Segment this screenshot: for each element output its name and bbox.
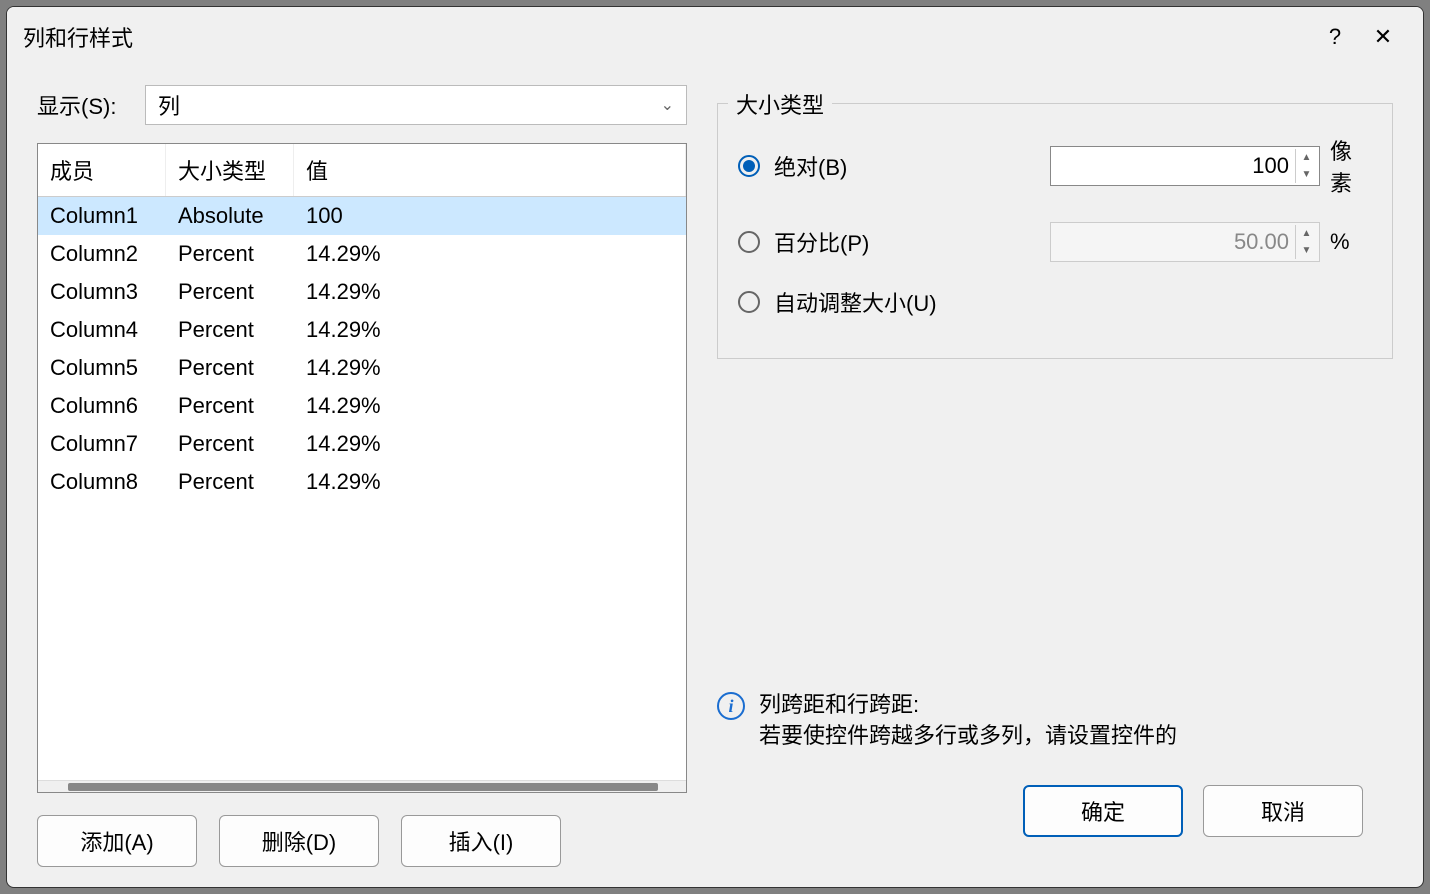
cell-member: Column3 bbox=[38, 279, 166, 305]
titlebar: 列和行样式 ? ✕ bbox=[7, 7, 1423, 67]
absolute-radio[interactable] bbox=[738, 155, 760, 177]
table-row[interactable]: Column7Percent14.29% bbox=[38, 425, 686, 463]
cell-member: Column7 bbox=[38, 431, 166, 457]
info-text: 列跨距和行跨距: 若要使控件跨越多行或多列，请设置控件的 bbox=[759, 690, 1177, 750]
dialog-window: 列和行样式 ? ✕ 显示(S): 列 ⌄ 成员 大小类型 值 C bbox=[6, 6, 1424, 888]
info-icon: i bbox=[717, 692, 745, 720]
absolute-spin-up[interactable]: ▲ bbox=[1296, 149, 1317, 166]
cell-member: Column2 bbox=[38, 241, 166, 267]
dialog-footer: 确定 取消 bbox=[717, 760, 1393, 867]
grid-horizontal-scrollbar[interactable] bbox=[38, 780, 686, 792]
cell-type: Percent bbox=[166, 355, 294, 381]
table-row[interactable]: Column2Percent14.29% bbox=[38, 235, 686, 273]
cell-member: Column6 bbox=[38, 393, 166, 419]
table-row[interactable]: Column3Percent14.29% bbox=[38, 273, 686, 311]
close-icon: ✕ bbox=[1374, 24, 1392, 50]
left-column: 显示(S): 列 ⌄ 成员 大小类型 值 Column1Absolute100C… bbox=[37, 85, 687, 867]
cell-type: Percent bbox=[166, 317, 294, 343]
show-label: 显示(S): bbox=[37, 89, 127, 121]
absolute-spin-wrap: 100 ▲ ▼ 像素 bbox=[1050, 134, 1372, 198]
cancel-button[interactable]: 取消 bbox=[1203, 785, 1363, 837]
right-column: 大小类型 绝对(B) 100 ▲ ▼ 像素 bbox=[717, 85, 1393, 867]
absolute-spin-down[interactable]: ▼ bbox=[1296, 166, 1317, 183]
cell-type: Absolute bbox=[166, 203, 294, 229]
cell-value: 14.29% bbox=[294, 431, 686, 457]
autosize-radio[interactable] bbox=[738, 291, 760, 313]
percent-spin-down: ▼ bbox=[1296, 242, 1317, 259]
col-header-member[interactable]: 成员 bbox=[38, 144, 166, 196]
help-button[interactable]: ? bbox=[1311, 17, 1359, 57]
percent-input: 50.00 ▲ ▼ bbox=[1050, 222, 1320, 262]
absolute-spin-buttons: ▲ ▼ bbox=[1295, 149, 1317, 183]
show-combobox-value: 列 bbox=[158, 89, 180, 121]
percent-input-value: 50.00 bbox=[1234, 229, 1289, 255]
grid-button-row: 添加(A) 删除(D) 插入(I) bbox=[37, 815, 687, 867]
add-button[interactable]: 添加(A) bbox=[37, 815, 197, 867]
show-combobox[interactable]: 列 ⌄ bbox=[145, 85, 687, 125]
cell-type: Percent bbox=[166, 241, 294, 267]
table-row[interactable]: Column6Percent14.29% bbox=[38, 387, 686, 425]
absolute-row: 绝对(B) 100 ▲ ▼ 像素 bbox=[738, 134, 1372, 198]
cell-member: Column5 bbox=[38, 355, 166, 381]
cell-value: 14.29% bbox=[294, 469, 686, 495]
absolute-input[interactable]: 100 ▲ ▼ bbox=[1050, 146, 1320, 186]
table-row[interactable]: Column8Percent14.29% bbox=[38, 463, 686, 501]
cell-type: Percent bbox=[166, 279, 294, 305]
content-area: 显示(S): 列 ⌄ 成员 大小类型 值 Column1Absolute100C… bbox=[7, 67, 1423, 887]
show-row: 显示(S): 列 ⌄ bbox=[37, 85, 687, 125]
autosize-row: 自动调整大小(U) bbox=[738, 286, 1372, 318]
cell-value: 14.29% bbox=[294, 355, 686, 381]
table-row[interactable]: Column1Absolute100 bbox=[38, 197, 686, 235]
percent-label[interactable]: 百分比(P) bbox=[774, 226, 1036, 258]
cell-member: Column8 bbox=[38, 469, 166, 495]
cell-value: 14.29% bbox=[294, 393, 686, 419]
table-row[interactable]: Column5Percent14.29% bbox=[38, 349, 686, 387]
info-body: 若要使控件跨越多行或多列，请设置控件的 bbox=[759, 721, 1177, 750]
insert-button[interactable]: 插入(I) bbox=[401, 815, 561, 867]
percent-spin-up: ▲ bbox=[1296, 225, 1317, 242]
grid-header: 成员 大小类型 值 bbox=[38, 144, 686, 197]
cell-value: 100 bbox=[294, 203, 686, 229]
cell-value: 14.29% bbox=[294, 279, 686, 305]
autosize-label[interactable]: 自动调整大小(U) bbox=[774, 286, 1372, 318]
cell-member: Column4 bbox=[38, 317, 166, 343]
percent-unit: % bbox=[1330, 229, 1372, 255]
ok-button[interactable]: 确定 bbox=[1023, 785, 1183, 837]
scrollbar-thumb[interactable] bbox=[68, 783, 658, 791]
col-header-type[interactable]: 大小类型 bbox=[166, 144, 294, 196]
absolute-unit: 像素 bbox=[1330, 134, 1372, 198]
grid-body: Column1Absolute100Column2Percent14.29%Co… bbox=[38, 197, 686, 780]
percent-spin-buttons: ▲ ▼ bbox=[1295, 225, 1317, 259]
cell-type: Percent bbox=[166, 469, 294, 495]
help-icon: ? bbox=[1329, 24, 1341, 50]
cell-value: 14.29% bbox=[294, 241, 686, 267]
chevron-down-icon: ⌄ bbox=[661, 95, 674, 115]
cell-member: Column1 bbox=[38, 203, 166, 229]
info-heading: 列跨距和行跨距: bbox=[759, 690, 1177, 721]
dialog-title: 列和行样式 bbox=[23, 21, 1311, 53]
table-row[interactable]: Column4Percent14.29% bbox=[38, 311, 686, 349]
size-type-groupbox: 大小类型 绝对(B) 100 ▲ ▼ 像素 bbox=[717, 103, 1393, 359]
info-row: i 列跨距和行跨距: 若要使控件跨越多行或多列，请设置控件的 bbox=[717, 690, 1393, 760]
close-button[interactable]: ✕ bbox=[1359, 17, 1407, 57]
delete-button[interactable]: 删除(D) bbox=[219, 815, 379, 867]
absolute-input-value: 100 bbox=[1252, 153, 1289, 179]
percent-spin-wrap: 50.00 ▲ ▼ % bbox=[1050, 222, 1372, 262]
percent-row: 百分比(P) 50.00 ▲ ▼ % bbox=[738, 222, 1372, 262]
cell-type: Percent bbox=[166, 431, 294, 457]
members-grid[interactable]: 成员 大小类型 值 Column1Absolute100Column2Perce… bbox=[37, 143, 687, 793]
size-type-group-label: 大小类型 bbox=[728, 88, 832, 120]
cell-type: Percent bbox=[166, 393, 294, 419]
percent-radio[interactable] bbox=[738, 231, 760, 253]
cell-value: 14.29% bbox=[294, 317, 686, 343]
absolute-label[interactable]: 绝对(B) bbox=[774, 150, 1036, 182]
col-header-value[interactable]: 值 bbox=[294, 144, 686, 196]
